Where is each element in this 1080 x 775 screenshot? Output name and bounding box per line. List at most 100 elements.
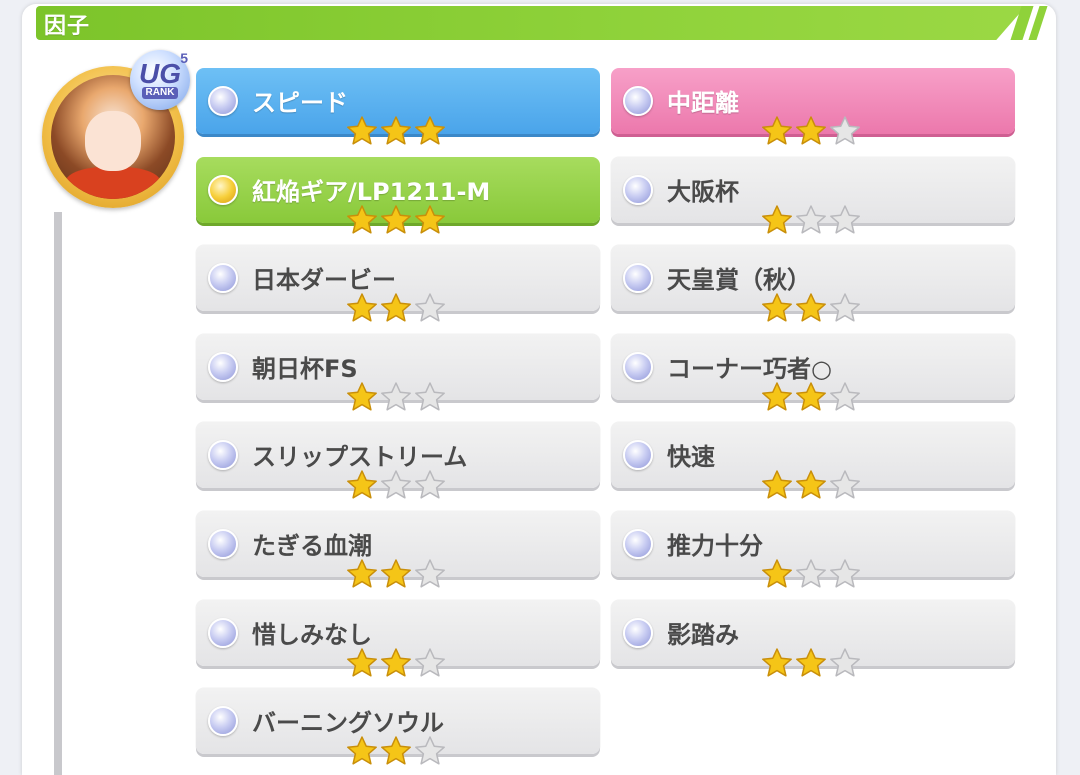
star-empty-icon	[830, 647, 860, 677]
factor-item[interactable]: 中距離	[611, 68, 1015, 145]
factor-label: 快速	[667, 443, 715, 472]
factor-item[interactable]: バーニングソウル	[196, 688, 600, 765]
rank-number: 5	[180, 50, 188, 66]
factor-label: スピード	[252, 89, 348, 117]
star-empty-icon	[381, 382, 411, 411]
factor-label: コーナー巧者○	[667, 354, 832, 383]
star-filled-icon	[762, 470, 792, 499]
star-filled-icon	[796, 116, 826, 145]
star-filled-icon	[347, 559, 377, 588]
star-filled-icon	[381, 293, 411, 322]
factor-panel: 因子 UG RANK 5 スピード 紅焔ギア/LP1211-M 日本ダービー 朝日杯F…	[22, 4, 1056, 775]
factor-star-rating	[346, 558, 446, 590]
factor-orb-icon	[208, 706, 238, 737]
factor-item[interactable]: 天皇賞（秋）	[611, 245, 1015, 322]
star-empty-icon	[830, 116, 860, 145]
factor-star-rating	[761, 292, 861, 324]
star-filled-icon	[347, 736, 377, 765]
star-empty-icon	[415, 736, 445, 765]
factor-label: 中距離	[667, 89, 739, 117]
factor-item[interactable]: 影踏み	[611, 599, 1015, 677]
star-filled-icon	[796, 647, 826, 677]
factor-item[interactable]: たぎる血潮	[196, 511, 600, 588]
factor-item[interactable]: スリップストリーム	[196, 422, 600, 499]
factor-item[interactable]: 紅焔ギア/LP1211-M	[196, 156, 600, 234]
factor-item[interactable]: 大阪杯	[611, 156, 1015, 234]
star-filled-icon	[381, 647, 411, 677]
rank-badge: UG RANK 5	[130, 50, 190, 110]
factor-label: 影踏み	[667, 620, 739, 649]
factor-label: 紅焔ギア/LP1211-M	[252, 177, 491, 206]
timeline-line	[54, 212, 62, 775]
star-filled-icon	[381, 204, 411, 234]
factor-star-rating	[761, 647, 861, 679]
star-empty-icon	[415, 559, 445, 588]
factor-star-rating	[346, 735, 446, 767]
star-filled-icon	[762, 647, 792, 677]
factor-label: 惜しみなし	[252, 620, 372, 649]
factor-star-rating	[346, 204, 446, 236]
factor-label: 天皇賞（秋）	[667, 266, 811, 295]
star-empty-icon	[830, 293, 860, 322]
factor-star-rating	[346, 381, 446, 413]
factor-star-rating	[761, 558, 861, 590]
factor-orb-icon	[208, 440, 238, 471]
factor-orb-icon	[208, 351, 238, 382]
star-filled-icon	[381, 736, 411, 765]
star-empty-icon	[830, 470, 860, 499]
factor-item[interactable]: 日本ダービー	[196, 245, 600, 322]
factor-label: スリップストリーム	[252, 443, 468, 472]
star-filled-icon	[347, 204, 377, 234]
rank-letters: UG	[139, 58, 181, 89]
star-filled-icon	[347, 382, 377, 411]
factor-orb-icon	[623, 263, 653, 294]
factor-label: 日本ダービー	[252, 266, 396, 295]
factor-label: たぎる血潮	[252, 532, 372, 560]
star-filled-icon	[762, 116, 792, 145]
character-outfit	[65, 167, 161, 199]
factor-star-rating	[346, 292, 446, 324]
factor-label: バーニングソウル	[252, 709, 444, 738]
factor-star-rating	[346, 115, 446, 147]
star-filled-icon	[381, 116, 411, 145]
star-filled-icon	[415, 116, 445, 145]
factor-star-rating	[761, 115, 861, 147]
star-empty-icon	[415, 382, 445, 411]
factor-item[interactable]: 朝日杯FS	[196, 333, 600, 411]
factor-item[interactable]: 推力十分	[611, 511, 1015, 588]
factor-label: 大阪杯	[667, 177, 739, 206]
factor-item[interactable]: コーナー巧者○	[611, 333, 1015, 411]
factor-label: 推力十分	[667, 532, 763, 560]
star-filled-icon	[762, 293, 792, 322]
star-filled-icon	[762, 382, 792, 411]
factor-orb-icon	[208, 174, 238, 205]
factor-orb-icon	[623, 86, 653, 116]
factor-star-rating	[346, 647, 446, 679]
star-empty-icon	[415, 293, 445, 322]
star-empty-icon	[830, 204, 860, 234]
section-header	[36, 6, 1026, 40]
factor-star-rating	[761, 204, 861, 236]
factor-orb-icon	[623, 529, 653, 559]
factor-orb-icon	[208, 617, 238, 648]
star-empty-icon	[796, 559, 826, 588]
star-filled-icon	[347, 293, 377, 322]
star-empty-icon	[381, 470, 411, 499]
star-filled-icon	[796, 470, 826, 499]
factor-orb-icon	[623, 440, 653, 471]
star-filled-icon	[381, 559, 411, 588]
factor-item[interactable]: 惜しみなし	[196, 599, 600, 677]
star-empty-icon	[415, 470, 445, 499]
star-empty-icon	[415, 647, 445, 677]
factor-item[interactable]: スピード	[196, 68, 600, 145]
star-filled-icon	[796, 293, 826, 322]
factor-orb-icon	[208, 529, 238, 559]
factor-label: 朝日杯FS	[252, 354, 358, 383]
factor-item[interactable]: 快速	[611, 422, 1015, 499]
character-face	[85, 111, 141, 171]
factor-orb-icon	[208, 263, 238, 294]
factor-star-rating	[761, 469, 861, 501]
star-empty-icon	[830, 559, 860, 588]
star-empty-icon	[796, 204, 826, 234]
star-empty-icon	[830, 382, 860, 411]
